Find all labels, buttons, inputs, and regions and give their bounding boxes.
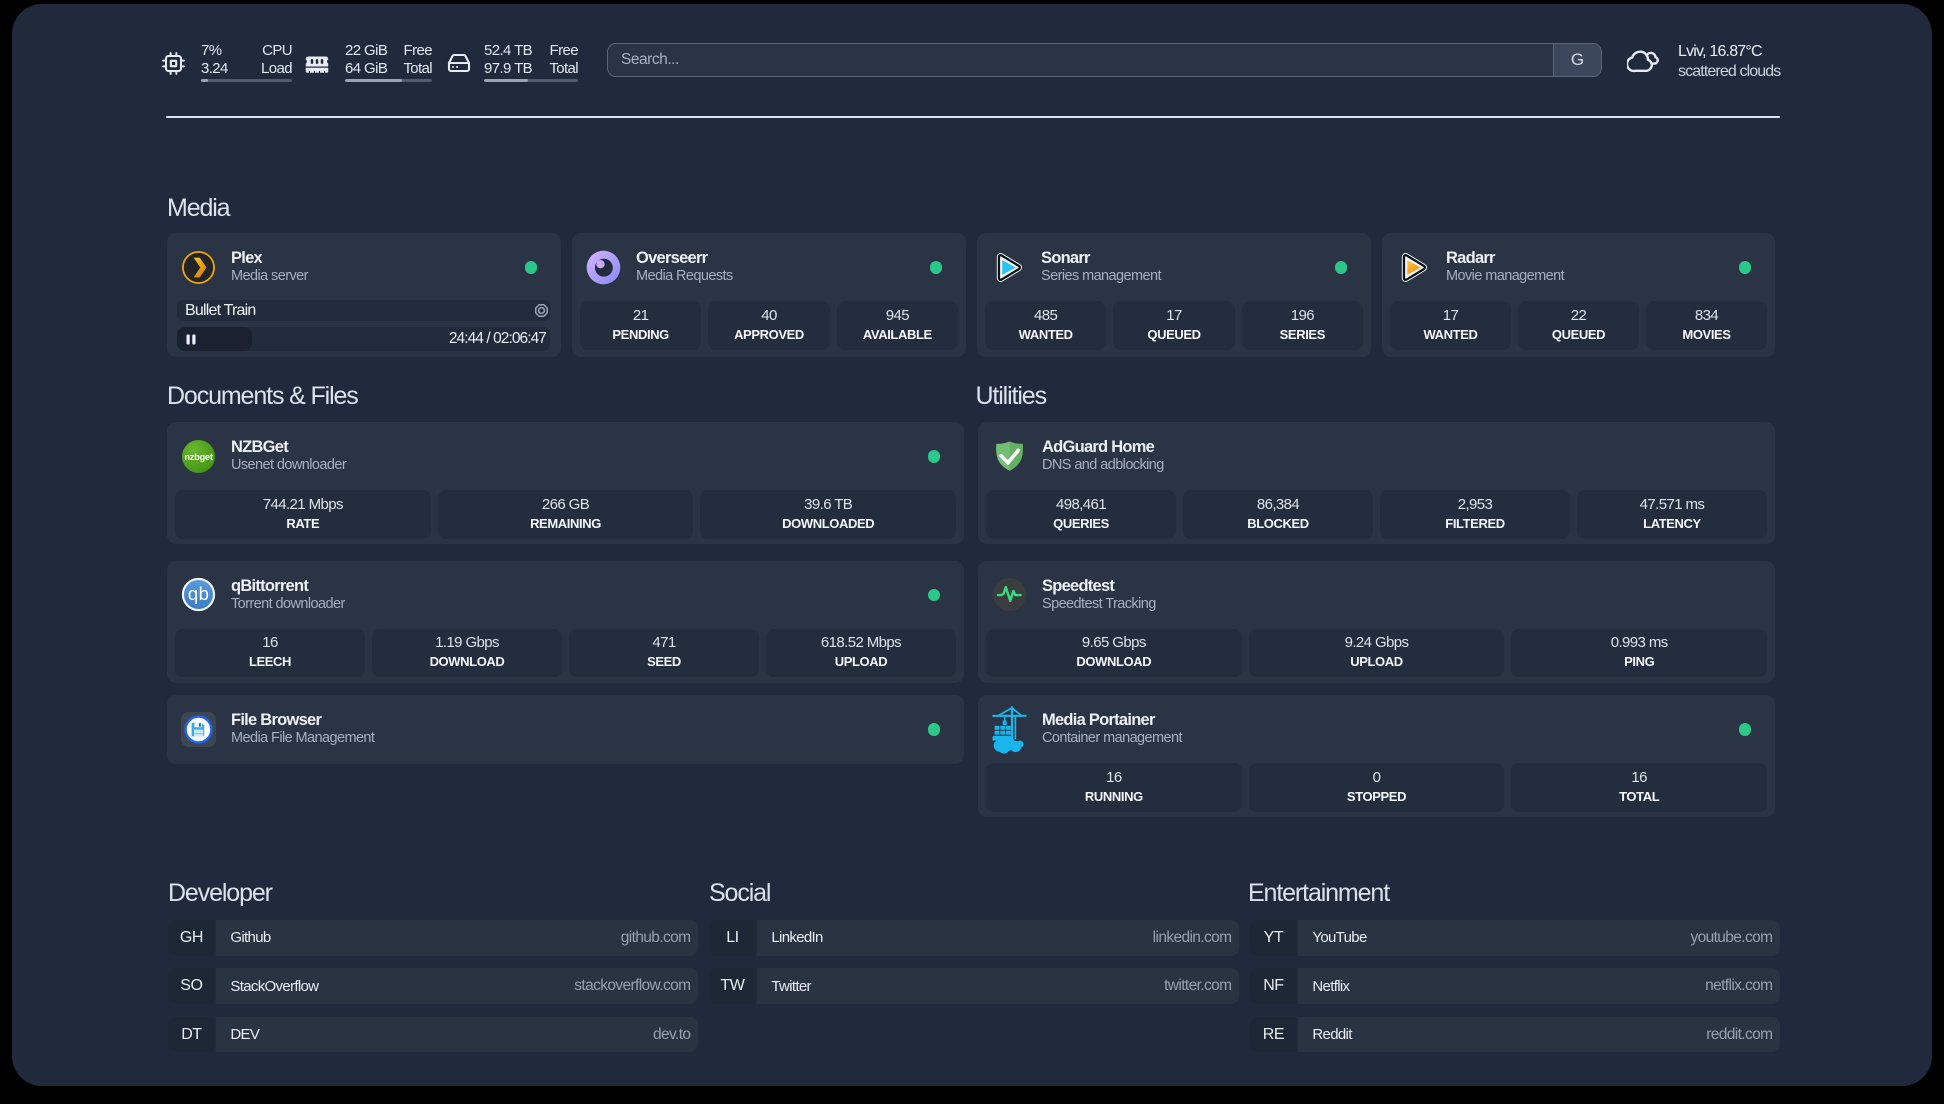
svg-text:nzbget: nzbget — [184, 452, 212, 462]
svg-text:qb: qb — [188, 583, 210, 604]
